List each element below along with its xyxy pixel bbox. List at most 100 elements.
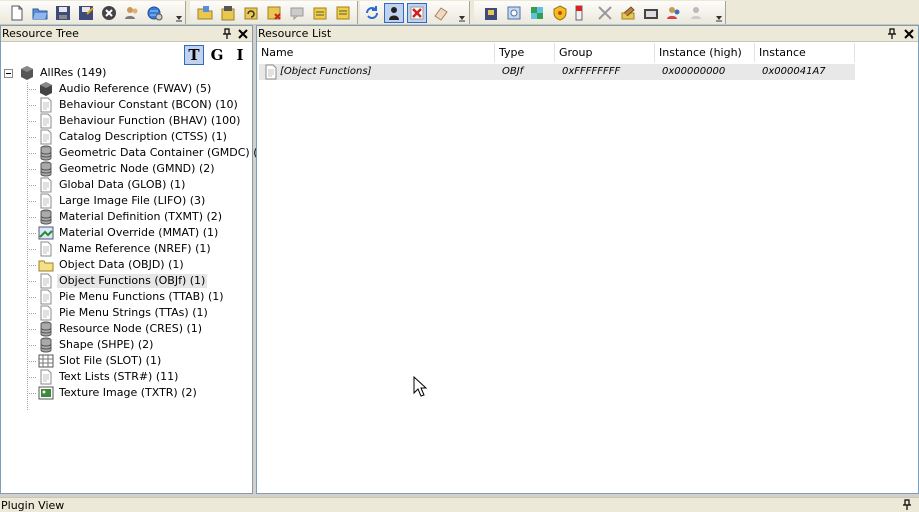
close-icon[interactable] bbox=[236, 27, 250, 41]
tree-guide-line bbox=[27, 377, 36, 378]
panel-title: Resource List bbox=[258, 27, 332, 40]
resource-tree: AllRes (149) Audio Reference (FWAV) (5) B… bbox=[1, 65, 269, 493]
column-type[interactable]: Type bbox=[495, 43, 555, 62]
cube-icon bbox=[38, 81, 54, 97]
column-name[interactable]: Name bbox=[257, 43, 495, 62]
note-icon[interactable] bbox=[311, 4, 329, 22]
cylinder-icon bbox=[38, 145, 54, 161]
tree-mode-instance-button[interactable]: I bbox=[230, 45, 250, 65]
shield-icon[interactable] bbox=[551, 4, 569, 22]
camera-icon[interactable] bbox=[642, 4, 660, 22]
resource-list-header: Resource List bbox=[257, 26, 918, 42]
tree-item-label: Catalog Description (CTSS) (1) bbox=[59, 130, 227, 143]
tree-item-label: Geometric Node (GMND) (2) bbox=[59, 162, 215, 175]
person-icon[interactable] bbox=[688, 4, 706, 22]
cell-name: [Object Functions] bbox=[280, 66, 372, 77]
resource-tree-panel: Resource Tree T G I AllRes (149) Audio R… bbox=[0, 25, 269, 494]
delete-resource-icon[interactable] bbox=[265, 4, 283, 22]
people-icon[interactable] bbox=[665, 4, 683, 22]
cell-type: OBJf bbox=[502, 66, 524, 77]
tree-guide-line bbox=[27, 105, 36, 106]
tree-guide-line bbox=[27, 265, 36, 266]
tree-guide-line bbox=[27, 233, 36, 234]
globe-icon[interactable] bbox=[146, 4, 164, 22]
users-icon[interactable] bbox=[123, 4, 141, 22]
package-icon[interactable] bbox=[219, 4, 237, 22]
tree-guide-line bbox=[27, 313, 36, 314]
save-package-icon[interactable] bbox=[482, 4, 500, 22]
tree-collapse-toggle[interactable] bbox=[4, 69, 13, 78]
page-icon bbox=[38, 369, 54, 385]
close-icon[interactable] bbox=[902, 27, 916, 41]
puzzle-icon[interactable] bbox=[528, 4, 546, 22]
page-icon bbox=[263, 64, 279, 80]
tree-item-label: Shape (SHPE) (2) bbox=[59, 338, 154, 351]
page-icon bbox=[38, 305, 54, 321]
tree-view-mode-bar: T G I bbox=[1, 43, 252, 65]
tree-item-label: Name Reference (NREF) (1) bbox=[59, 242, 211, 255]
panel-title: Plugin View bbox=[1, 499, 65, 512]
column-instance[interactable]: Instance bbox=[755, 43, 855, 62]
cell-instance-high: 0x00000000 bbox=[662, 66, 726, 77]
page-icon bbox=[38, 289, 54, 305]
note-alt-icon[interactable] bbox=[334, 4, 352, 22]
material-icon bbox=[38, 225, 54, 241]
page-icon bbox=[38, 129, 54, 145]
tree-mode-group-button[interactable]: G bbox=[207, 45, 227, 65]
tree-guide-line bbox=[27, 89, 36, 90]
comment-icon[interactable] bbox=[288, 4, 306, 22]
tree-item-label: Slot File (SLOT) (1) bbox=[59, 354, 162, 367]
tree-item-label: Behaviour Function (BHAV) (100) bbox=[59, 114, 241, 127]
tree-guide-line bbox=[27, 345, 36, 346]
tree-guide-line bbox=[27, 169, 36, 170]
black-pawn-icon[interactable] bbox=[384, 3, 404, 23]
grid-icon bbox=[38, 353, 54, 369]
tree-guide-line bbox=[27, 393, 36, 394]
toolbar-group-tools bbox=[474, 1, 726, 24]
toolbar-overflow-icon[interactable] bbox=[458, 11, 466, 23]
mouse-cursor-icon bbox=[413, 376, 427, 397]
cylinder-icon bbox=[38, 209, 54, 225]
tree-guide-line bbox=[27, 217, 36, 218]
toolbar-overflow-icon[interactable] bbox=[175, 11, 183, 23]
refresh-icon[interactable] bbox=[363, 4, 381, 22]
resource-tree-header: Resource Tree bbox=[1, 26, 252, 42]
close-file-icon[interactable] bbox=[100, 4, 118, 22]
tools-icon[interactable] bbox=[596, 4, 614, 22]
pin-icon[interactable] bbox=[885, 27, 899, 41]
column-instance-high[interactable]: Instance (high) bbox=[655, 43, 755, 62]
tree-guide-line bbox=[27, 361, 36, 362]
toolbar-overflow-icon[interactable] bbox=[715, 11, 723, 23]
eraser-icon[interactable] bbox=[432, 4, 450, 22]
new-file-icon[interactable] bbox=[8, 4, 26, 22]
save-icon[interactable] bbox=[54, 4, 72, 22]
toolbar-group-file bbox=[0, 1, 186, 24]
main-toolbar bbox=[0, 0, 919, 25]
column-group[interactable]: Group bbox=[555, 43, 655, 62]
open-file-icon[interactable] bbox=[31, 4, 49, 22]
undo-icon[interactable] bbox=[242, 4, 260, 22]
tree-guide-line bbox=[27, 137, 36, 138]
page-icon bbox=[38, 97, 54, 113]
page-icon bbox=[38, 193, 54, 209]
tree-item-label: Text Lists (STR#) (11) bbox=[59, 370, 179, 383]
page-icon bbox=[38, 177, 54, 193]
document-icon[interactable] bbox=[505, 4, 523, 22]
table-row[interactable]: [Object Functions] OBJf 0xFFFFFFFF 0x000… bbox=[259, 64, 855, 80]
tree-item-label: Geometric Data Container (GMDC) (2) bbox=[59, 146, 269, 159]
tree-item-label: Material Override (MMAT) (1) bbox=[59, 226, 219, 239]
cylinder-icon bbox=[38, 161, 54, 177]
save-as-icon[interactable] bbox=[77, 4, 95, 22]
tree-item-label: Resource Node (CRES) (1) bbox=[59, 322, 203, 335]
open-folder-icon[interactable] bbox=[196, 4, 214, 22]
wrench-icon[interactable] bbox=[619, 4, 637, 22]
tree-guide-line bbox=[27, 329, 36, 330]
pin-icon[interactable] bbox=[900, 498, 914, 512]
tree-guide-line bbox=[27, 281, 36, 282]
bar-icon[interactable] bbox=[570, 4, 588, 22]
tree-mode-type-button[interactable]: T bbox=[184, 45, 204, 65]
folder-icon bbox=[38, 257, 54, 273]
cancel-icon[interactable] bbox=[407, 3, 427, 23]
list-column-header: Name Type Group Instance (high) Instance bbox=[257, 43, 918, 62]
pin-icon[interactable] bbox=[220, 27, 234, 41]
